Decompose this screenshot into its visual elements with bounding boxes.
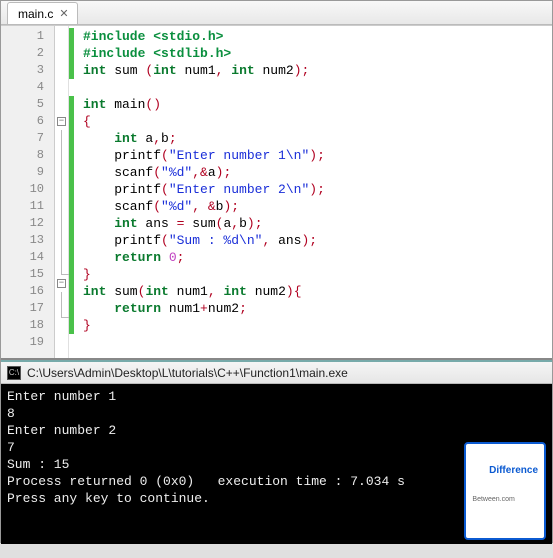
line-number: 6: [1, 113, 54, 130]
code-line[interactable]: printf("Enter number 1\n");: [83, 147, 552, 164]
fold-cell: [55, 79, 68, 96]
terminal-icon: C:\: [7, 366, 21, 380]
tab-bar: main.c ✕: [1, 1, 552, 25]
line-number: 3: [1, 62, 54, 79]
code-line[interactable]: return 0;: [83, 249, 552, 266]
code-line[interactable]: }: [83, 266, 552, 283]
watermark-badge: Difference Between.com: [464, 442, 546, 540]
line-number: 14: [1, 249, 54, 266]
fold-cell: [61, 266, 69, 275]
code-line[interactable]: }: [83, 317, 552, 334]
fold-cell: [61, 130, 69, 147]
tab-main-c[interactable]: main.c ✕: [7, 2, 78, 24]
line-number: 11: [1, 198, 54, 215]
code-line[interactable]: int sum(int num1, int num2){: [83, 283, 552, 300]
code-line[interactable]: [83, 79, 552, 96]
watermark-bottom: Between.com: [472, 496, 538, 503]
line-number: 1: [1, 28, 54, 45]
code-text[interactable]: #include <stdio.h>#include <stdlib.h>int…: [75, 26, 552, 358]
line-number: 7: [1, 130, 54, 147]
fold-cell: [55, 28, 68, 45]
line-number: 8: [1, 147, 54, 164]
line-number: 15: [1, 266, 54, 283]
fold-cell[interactable]: −: [55, 113, 68, 130]
line-number: 17: [1, 300, 54, 317]
tab-label: main.c: [18, 7, 53, 21]
close-icon[interactable]: ✕: [59, 7, 68, 20]
line-number: 12: [1, 215, 54, 232]
line-number: 16: [1, 283, 54, 300]
line-number: 19: [1, 334, 54, 351]
code-line[interactable]: int main(): [83, 96, 552, 113]
watermark-top: Difference: [489, 465, 538, 476]
code-line[interactable]: printf("Enter number 2\n");: [83, 181, 552, 198]
line-number: 4: [1, 79, 54, 96]
fold-cell[interactable]: −: [55, 275, 68, 292]
fold-cell: [55, 318, 68, 335]
fold-cell: [61, 292, 69, 309]
fold-cell: [61, 181, 69, 198]
console-pane: C:\ C:\Users\Admin\Desktop\L\tutorials\C…: [1, 360, 552, 544]
fold-cell: [55, 62, 68, 79]
fold-cell: [61, 147, 69, 164]
console-line: Enter number 1: [7, 388, 546, 405]
code-line[interactable]: scanf("%d", &b);: [83, 198, 552, 215]
line-number: 9: [1, 164, 54, 181]
fold-cell: [61, 198, 69, 215]
fold-cell: [61, 309, 69, 318]
code-line[interactable]: printf("Sum : %d\n", ans);: [83, 232, 552, 249]
line-number: 2: [1, 45, 54, 62]
code-line[interactable]: scanf("%d",&a);: [83, 164, 552, 181]
line-number: 18: [1, 317, 54, 334]
console-line: Enter number 2: [7, 422, 546, 439]
code-area[interactable]: 12345678910111213141516171819 −− #includ…: [1, 25, 552, 358]
code-line[interactable]: [83, 334, 552, 351]
code-line[interactable]: {: [83, 113, 552, 130]
console-title-text: C:\Users\Admin\Desktop\L\tutorials\C++\F…: [27, 366, 348, 380]
fold-cell: [55, 96, 68, 113]
code-line[interactable]: #include <stdlib.h>: [83, 45, 552, 62]
code-line[interactable]: int sum (int num1, int num2);: [83, 62, 552, 79]
fold-cell: [55, 45, 68, 62]
code-line[interactable]: int a,b;: [83, 130, 552, 147]
console-output[interactable]: Enter number 18Enter number 27Sum : 15Pr…: [1, 384, 552, 544]
code-line[interactable]: #include <stdio.h>: [83, 28, 552, 45]
editor-pane: main.c ✕ 12345678910111213141516171819 −…: [1, 1, 552, 360]
line-number-gutter: 12345678910111213141516171819: [1, 26, 55, 358]
fold-cell: [61, 215, 69, 232]
fold-minus-icon[interactable]: −: [57, 279, 66, 288]
fold-cell: [61, 232, 69, 249]
fold-minus-icon[interactable]: −: [57, 117, 66, 126]
fold-cell: [61, 249, 69, 266]
code-line[interactable]: return num1+num2;: [83, 300, 552, 317]
line-number: 13: [1, 232, 54, 249]
line-number: 5: [1, 96, 54, 113]
fold-column[interactable]: −−: [55, 26, 69, 358]
console-titlebar: C:\ C:\Users\Admin\Desktop\L\tutorials\C…: [1, 362, 552, 384]
console-line: 8: [7, 405, 546, 422]
line-number: 10: [1, 181, 54, 198]
fold-cell: [61, 164, 69, 181]
code-line[interactable]: int ans = sum(a,b);: [83, 215, 552, 232]
